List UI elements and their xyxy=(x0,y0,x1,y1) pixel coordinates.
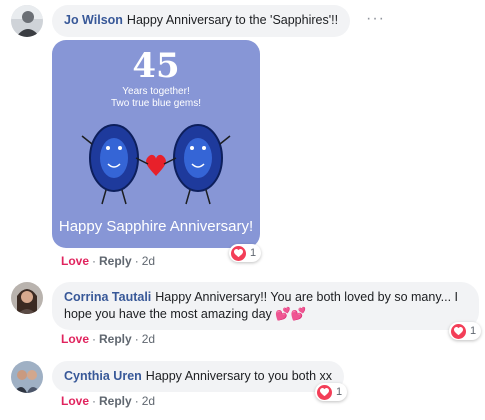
reply-link[interactable]: Reply xyxy=(99,332,132,346)
author-name[interactable]: Corrina Tautali xyxy=(64,290,151,304)
reaction-count[interactable]: 1 xyxy=(315,383,348,401)
reply-link[interactable]: Reply xyxy=(99,394,132,408)
more-options-icon[interactable]: ··· xyxy=(366,10,385,28)
comment-text: Happy Anniversary to you both xx xyxy=(145,369,333,383)
comment-actions: Love · Reply · 2d xyxy=(61,332,155,346)
reaction-count-value: 1 xyxy=(250,247,257,259)
separator: · xyxy=(92,254,97,268)
separator: · xyxy=(134,332,139,346)
timestamp[interactable]: 2d xyxy=(142,254,155,268)
comment-bubble: Corrina Tautali Happy Anniversary!! You a… xyxy=(52,282,479,330)
comment-actions: Love · Reply · 2d xyxy=(61,254,155,268)
comment-text: Happy Anniversary to the 'Sapphires'!! xyxy=(126,13,339,27)
sapphire-illustration xyxy=(81,124,231,205)
separator: · xyxy=(92,332,97,346)
author-name[interactable]: Jo Wilson xyxy=(64,13,123,27)
separator: · xyxy=(134,254,139,268)
reaction-count[interactable]: 1 xyxy=(449,322,482,340)
heart-icon xyxy=(231,245,246,261)
heart-icon xyxy=(451,323,466,339)
avatar[interactable] xyxy=(11,282,43,314)
timestamp[interactable]: 2d xyxy=(142,332,155,346)
reaction-count-value: 1 xyxy=(470,325,477,337)
avatar[interactable] xyxy=(11,361,43,393)
attachment-image[interactable]: 45 Years together! Two true blue gems! H… xyxy=(52,40,260,248)
two-hearts-emoji: 💕💕 xyxy=(275,307,307,321)
reaction-count[interactable]: 1 xyxy=(229,244,262,262)
separator: · xyxy=(92,394,97,408)
reaction-count-value: 1 xyxy=(336,386,343,398)
card-footer: Happy Sapphire Anniversary! xyxy=(58,218,254,235)
comment-actions: Love · Reply · 2d xyxy=(61,394,155,408)
love-link[interactable]: Love xyxy=(61,254,89,268)
love-link[interactable]: Love xyxy=(61,394,89,408)
comment-bubble: Jo Wilson Happy Anniversary to the 'Sapph… xyxy=(52,5,351,37)
timestamp[interactable]: 2d xyxy=(142,394,155,408)
separator: · xyxy=(134,394,139,408)
love-link[interactable]: Love xyxy=(61,332,89,346)
author-name[interactable]: Cynthia Uren xyxy=(64,369,142,383)
heart-icon xyxy=(317,384,332,400)
reply-link[interactable]: Reply xyxy=(99,254,132,268)
comment-bubble: Cynthia Uren Happy Anniversary to you bot… xyxy=(52,361,345,392)
avatar[interactable] xyxy=(11,5,43,37)
